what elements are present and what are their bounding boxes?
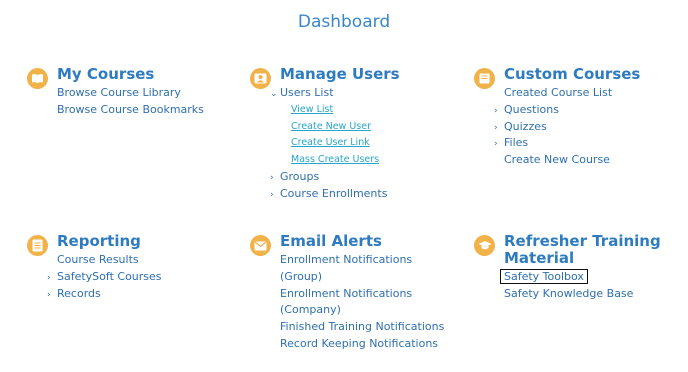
create-new-course-link[interactable]: Create New Course [504,152,612,169]
users-list-label: Users List [280,86,334,99]
refresher-title-line1: Refresher Training [504,232,661,250]
chevron-right-icon: › [494,105,498,116]
browse-course-library-link[interactable]: Browse Course Library [57,85,204,102]
record-keeping-notifications-link[interactable]: Record Keeping Notifications [280,336,444,353]
quizzes-label: Quizzes [504,119,547,133]
section-title-reporting[interactable]: Reporting [57,233,141,250]
create-new-user-link[interactable]: Create New User [280,119,387,136]
chevron-down-icon: ⌄ [270,89,278,99]
created-course-list-link[interactable]: Created Course List [504,85,612,102]
safety-knowledge-base-link[interactable]: Safety Knowledge Base [504,286,633,303]
course-enrollments-label: Course Enrollments [280,186,388,200]
groups-label: Groups [280,169,320,183]
quizzes-toggle[interactable]: › Quizzes [494,119,612,136]
records-label: Records [57,286,101,300]
section-title-refresher-training[interactable]: Refresher Training Material [504,233,661,267]
questions-label: Questions [504,102,559,116]
chevron-right-icon: › [270,172,274,183]
files-toggle[interactable]: › Files [494,135,612,152]
finished-training-notifications-link[interactable]: Finished Training Notifications [280,319,444,336]
report-icon [27,235,48,256]
enrollment-notifications-company-link-cont[interactable]: (Company) [280,302,444,319]
envelope-icon [250,235,271,256]
section-title-manage-users[interactable]: Manage Users [280,66,400,83]
safetysoft-courses-toggle[interactable]: › SafetySoft Courses [47,269,162,286]
course-results-link[interactable]: Course Results [57,252,162,269]
dashboard-page: Dashboard My Courses Browse Course Libra… [0,0,688,372]
graduation-cap-icon [474,235,495,256]
chevron-right-icon: › [47,272,51,283]
enrollment-notifications-company-link[interactable]: Enrollment Notifications [280,286,444,303]
create-user-link-link[interactable]: Create User Link [280,135,387,152]
section-title-custom-courses[interactable]: Custom Courses [504,66,640,83]
browse-course-bookmarks-link[interactable]: Browse Course Bookmarks [57,102,204,119]
questions-toggle[interactable]: › Questions [494,102,612,119]
enrollment-notifications-group-link-cont[interactable]: (Group) [280,269,444,286]
section-title-email-alerts[interactable]: Email Alerts [280,233,382,250]
book-icon [474,68,495,89]
groups-toggle[interactable]: › Groups [270,169,387,186]
view-list-link[interactable]: View List [280,102,387,119]
records-toggle[interactable]: › Records [47,286,162,303]
chevron-right-icon: › [47,289,51,300]
chevron-right-icon: › [494,139,498,150]
files-label: Files [504,136,529,150]
chevron-right-icon: › [270,189,274,200]
users-list-toggle[interactable]: ⌄ Users List [270,85,387,102]
mass-create-users-link[interactable]: Mass Create Users [280,152,387,169]
refresher-title-line2: Material [504,249,575,267]
enrollment-notifications-group-link[interactable]: Enrollment Notifications [280,252,444,269]
chevron-right-icon: › [494,122,498,133]
user-card-icon [250,68,271,89]
section-title-my-courses[interactable]: My Courses [57,66,154,83]
book-icon [27,68,48,89]
safety-toolbox-link[interactable]: Safety Toolbox [500,269,633,286]
safety-toolbox-label: Safety Toolbox [500,269,588,284]
safetysoft-courses-label: SafetySoft Courses [57,269,162,283]
course-enrollments-toggle[interactable]: › Course Enrollments [270,186,387,203]
page-title: Dashboard [297,12,391,32]
